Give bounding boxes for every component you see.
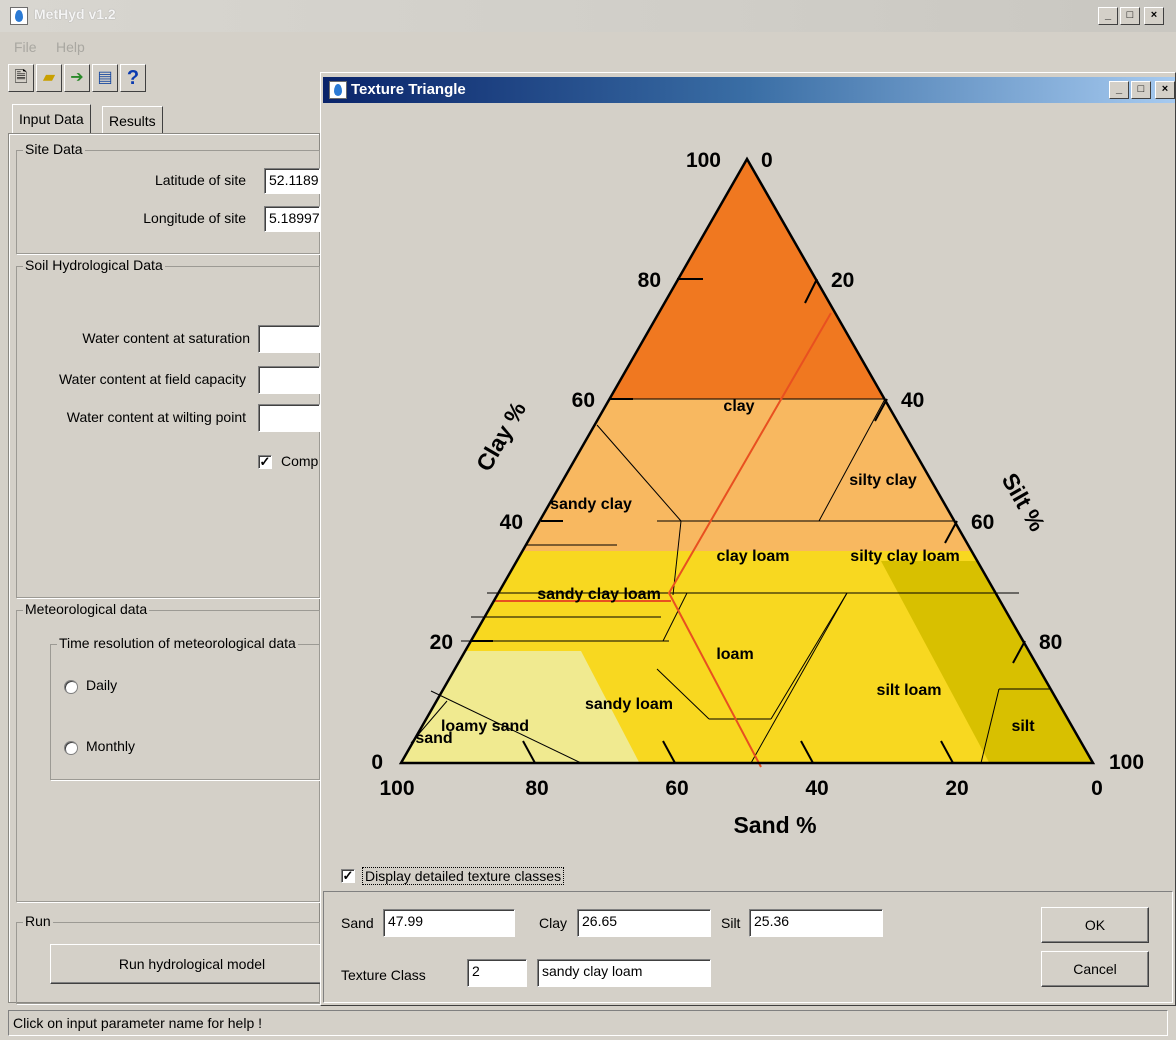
field-capacity-field[interactable] xyxy=(258,366,320,394)
silt-tick-0: 0 xyxy=(761,149,773,172)
region-silt-loam: silt loam xyxy=(877,682,942,699)
latitude-field[interactable]: 52.1189 xyxy=(264,168,320,194)
clay-field[interactable]: 26.65 xyxy=(577,909,711,937)
texture-class-label: Texture Class xyxy=(341,967,426,983)
region-silty-clay-loam: silty clay loam xyxy=(850,548,959,565)
main-titlebar: MetHyd v1.2 _ □ × xyxy=(0,0,1176,32)
time-resolution-legend: Time resolution of meteorological data xyxy=(57,635,298,651)
silt-label: Silt xyxy=(721,915,741,931)
region-clay-loam: clay loam xyxy=(717,548,790,565)
print-icon[interactable]: ▤ xyxy=(92,64,118,92)
longitude-field[interactable]: 5.18997 xyxy=(264,206,320,232)
soil-data-group: Soil Hydrological Data xyxy=(16,257,320,598)
status-bar: Click on input parameter name for help ! xyxy=(8,1010,1168,1036)
silt-tick-100: 100 xyxy=(1109,751,1144,774)
region-sandy-clay: sandy clay xyxy=(550,496,632,513)
clay-tick-80: 80 xyxy=(638,269,661,292)
dialog-droplet-icon xyxy=(329,81,347,99)
detailed-classes-label[interactable]: Display detailed texture classes xyxy=(362,867,565,885)
clay-tick-60: 60 xyxy=(572,389,595,412)
silt-tick-60: 60 xyxy=(971,511,994,534)
silt-tick-20: 20 xyxy=(831,269,854,292)
sand-tick-20: 20 xyxy=(945,777,968,800)
silt-field[interactable]: 25.36 xyxy=(749,909,883,937)
region-sandy-loam: sandy loam xyxy=(585,696,673,713)
maximize-button[interactable]: □ xyxy=(1120,7,1140,25)
app-droplet-icon xyxy=(10,7,28,25)
tab-results[interactable]: Results xyxy=(102,106,163,134)
compute-label[interactable]: Comp xyxy=(281,453,318,469)
dialog-maximize-button[interactable]: □ xyxy=(1131,81,1151,99)
texture-class-name-field[interactable]: sandy clay loam xyxy=(537,959,711,987)
region-silt: silt xyxy=(1011,718,1035,735)
close-button[interactable]: × xyxy=(1144,7,1164,25)
region-loamy-sand: loamy sand xyxy=(441,718,529,735)
sand-label: Sand xyxy=(341,915,374,931)
meteo-legend: Meteorological data xyxy=(23,601,150,617)
sand-tick-0: 0 xyxy=(1091,777,1103,800)
new-file-icon[interactable]: 🗎 xyxy=(8,64,34,92)
silt-axis-title: Silt % xyxy=(997,469,1051,536)
dialog-title: Texture Triangle xyxy=(351,81,466,98)
compute-checkbox[interactable]: ✓ xyxy=(258,455,272,469)
silt-tick-40: 40 xyxy=(901,389,924,412)
tab-input-data[interactable]: Input Data xyxy=(12,104,91,134)
sand-tick-100: 100 xyxy=(379,777,414,800)
dialog-minimize-button[interactable]: _ xyxy=(1109,81,1129,99)
monthly-label[interactable]: Monthly xyxy=(86,738,135,754)
clay-label: Clay xyxy=(539,915,568,931)
ok-button[interactable]: OK xyxy=(1041,907,1149,943)
sand-tick-80: 80 xyxy=(525,777,548,800)
region-clay: clay xyxy=(723,398,754,415)
help-icon[interactable]: ? xyxy=(120,64,146,92)
saturation-label[interactable]: Water content at saturation xyxy=(20,330,250,346)
sand-field[interactable]: 47.99 xyxy=(383,909,515,937)
texture-triangle-dialog: Texture Triangle _ □ × 100 80 60 40 20 0… xyxy=(320,72,1176,1006)
soil-data-legend: Soil Hydrological Data xyxy=(23,257,165,273)
time-resolution-group: Time resolution of meteorological data xyxy=(50,635,320,780)
daily-label[interactable]: Daily xyxy=(86,677,117,693)
wilting-point-label[interactable]: Water content at wilting point xyxy=(20,409,246,425)
clay-tick-20: 20 xyxy=(430,631,453,654)
site-data-group: Site Data xyxy=(16,141,320,254)
longitude-label[interactable]: Longitude of site xyxy=(60,210,246,226)
run-legend: Run xyxy=(23,913,53,929)
monthly-radio[interactable] xyxy=(64,741,78,755)
sand-tick-40: 40 xyxy=(805,777,828,800)
latitude-label[interactable]: Latitude of site xyxy=(60,172,246,188)
saturation-field[interactable] xyxy=(258,325,320,353)
clay-axis-title: Clay % xyxy=(471,397,531,475)
region-loam: loam xyxy=(716,646,753,663)
silt-tick-80: 80 xyxy=(1039,631,1062,654)
wilting-point-field[interactable] xyxy=(258,404,320,432)
clay-tick-100: 100 xyxy=(686,149,721,172)
site-data-legend: Site Data xyxy=(23,141,85,157)
clay-tick-0: 0 xyxy=(371,751,383,774)
field-capacity-label[interactable]: Water content at field capacity xyxy=(20,371,246,387)
region-sandy-clay-loam: sandy clay loam xyxy=(537,586,661,603)
region-sand: sand xyxy=(415,730,452,747)
detailed-classes-checkbox[interactable]: ✓ xyxy=(341,869,355,883)
clay-tick-40: 40 xyxy=(500,511,523,534)
region-silty-clay: silty clay xyxy=(849,472,917,489)
run-model-button[interactable]: Run hydrological model xyxy=(50,944,334,984)
sand-axis-title: Sand % xyxy=(733,812,816,838)
menubar: File Help xyxy=(0,36,320,58)
status-text: Click on input parameter name for help ! xyxy=(13,1015,263,1031)
dialog-close-button[interactable]: × xyxy=(1155,81,1175,99)
menu-help[interactable]: Help xyxy=(56,39,85,55)
menu-file[interactable]: File xyxy=(14,39,37,55)
sand-tick-60: 60 xyxy=(665,777,688,800)
clay-zone xyxy=(401,159,1093,399)
dialog-titlebar: Texture Triangle _ □ × xyxy=(323,77,1175,103)
arrow-right-icon[interactable]: ➔ xyxy=(64,64,90,92)
daily-radio[interactable] xyxy=(64,680,78,694)
texture-class-number-field[interactable]: 2 xyxy=(467,959,527,987)
minimize-button[interactable]: _ xyxy=(1098,7,1118,25)
cancel-button[interactable]: Cancel xyxy=(1041,951,1149,987)
window-title: MetHyd v1.2 xyxy=(34,6,116,22)
texture-triangle-diagram[interactable]: 100 80 60 40 20 0 0 20 40 60 80 100 100 … xyxy=(321,103,1175,883)
open-folder-icon[interactable]: ▰ xyxy=(36,64,62,92)
